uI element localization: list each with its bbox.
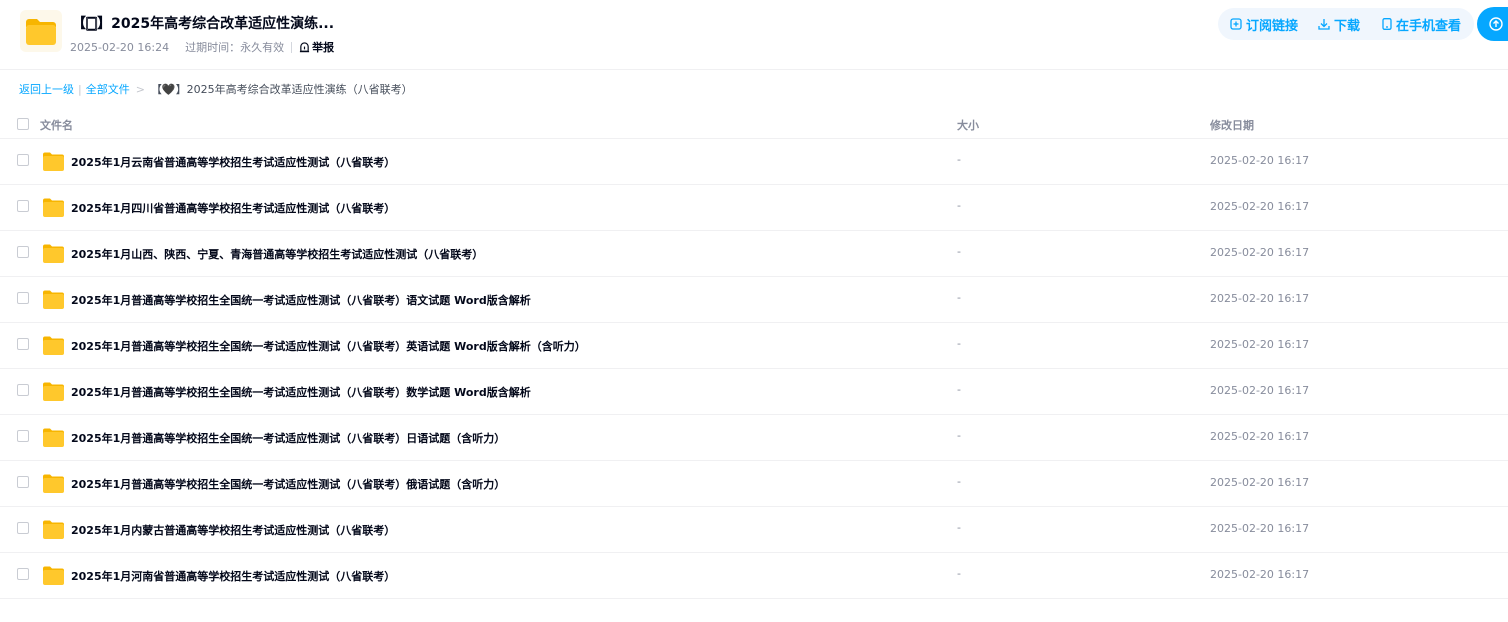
download-label: 下载: [1334, 18, 1361, 34]
current-folder: 【🖤】2025年高考综合改革适应性演练（八省联考）: [150, 83, 413, 96]
subscribe-label: 订阅链接: [1246, 18, 1299, 34]
table-header: 文件名 大小 修改日期: [0, 108, 1508, 139]
row-checkbox[interactable]: [17, 568, 29, 580]
folder-icon: [43, 152, 64, 171]
row-checkbox[interactable]: [17, 292, 29, 304]
file-name[interactable]: 2025年1月河南省普通高等学校招生考试适应性测试（八省联考）: [71, 568, 395, 584]
table-row[interactable]: 2025年1月普通高等学校招生全国统一考试适应性测试（八省联考）俄语试题（含听力…: [0, 461, 1508, 507]
download-button[interactable]: 下载: [1318, 15, 1360, 34]
table-row[interactable]: 2025年1月普通高等学校招生全国统一考试适应性测试（八省联考）日语试题（含听力…: [0, 415, 1508, 461]
file-name[interactable]: 2025年1月普通高等学校招生全国统一考试适应性测试（八省联考）数学试题 Wor…: [71, 384, 531, 400]
file-date: 2025-02-20 16:17: [1210, 246, 1310, 259]
folder-icon: [43, 290, 64, 309]
file-date: 2025-02-20 16:17: [1210, 430, 1310, 443]
report-link[interactable]: 举报: [299, 39, 334, 55]
file-size: -: [957, 383, 961, 396]
share-date: 2025-02-20 16:24: [70, 40, 170, 54]
table-row[interactable]: 2025年1月普通高等学校招生全国统一考试适应性测试（八省联考）语文试题 Wor…: [0, 277, 1508, 323]
report-icon: [300, 41, 310, 52]
folder-icon: [43, 520, 64, 539]
save-to-cloud-button[interactable]: [1477, 7, 1508, 41]
column-name[interactable]: 文件名: [40, 117, 73, 133]
subscribe-icon: [1230, 18, 1242, 30]
file-size: -: [957, 291, 961, 304]
folder-icon: [43, 474, 64, 493]
file-table: 文件名 大小 修改日期 2025年1月云南省普通高等学校招生考试适应性测试（八省…: [0, 108, 1508, 599]
select-all-checkbox[interactable]: [17, 118, 29, 130]
row-checkbox[interactable]: [17, 338, 29, 350]
file-name[interactable]: 2025年1月普通高等学校招生全国统一考试适应性测试（八省联考）日语试题（含听力…: [71, 430, 505, 446]
file-size: -: [957, 337, 961, 350]
table-row[interactable]: 2025年1月普通高等学校招生全国统一考试适应性测试（八省联考）英语试题 Wor…: [0, 323, 1508, 369]
folder-icon: [43, 382, 64, 401]
table-row[interactable]: 2025年1月山西、陕西、宁夏、青海普通高等学校招生考试适应性测试（八省联考） …: [0, 231, 1508, 277]
share-title: 【🀆】2025年高考综合改革适应性演练...: [72, 16, 335, 32]
file-size: -: [957, 245, 961, 258]
file-size: -: [957, 521, 961, 534]
file-name[interactable]: 2025年1月云南省普通高等学校招生考试适应性测试（八省联考）: [71, 154, 395, 170]
file-date: 2025-02-20 16:17: [1210, 154, 1310, 167]
file-date: 2025-02-20 16:17: [1210, 200, 1310, 213]
meta-divider: [291, 41, 293, 53]
share-meta: 2025-02-20 16:24 过期时间： 永久有效 举报: [70, 39, 334, 55]
folder-icon: [43, 336, 64, 355]
file-date: 2025-02-20 16:17: [1210, 338, 1310, 351]
column-date[interactable]: 修改日期: [1210, 117, 1254, 133]
row-checkbox[interactable]: [17, 476, 29, 488]
table-row[interactable]: 2025年1月云南省普通高等学校招生考试适应性测试（八省联考） - 2025-0…: [0, 139, 1508, 185]
table-row[interactable]: 2025年1月内蒙古普通高等学校招生考试适应性测试（八省联考） - 2025-0…: [0, 507, 1508, 553]
subscribe-link-button[interactable]: 订阅链接: [1230, 15, 1298, 34]
file-name[interactable]: 2025年1月山西、陕西、宁夏、青海普通高等学校招生考试适应性测试（八省联考）: [71, 246, 483, 262]
file-name[interactable]: 2025年1月内蒙古普通高等学校招生考试适应性测试（八省联考）: [71, 522, 395, 538]
row-checkbox[interactable]: [17, 246, 29, 258]
file-size: -: [957, 199, 961, 212]
breadcrumb-divider: |: [78, 82, 82, 96]
table-row[interactable]: 2025年1月四川省普通高等学校招生考试适应性测试（八省联考） - 2025-0…: [0, 185, 1508, 231]
file-date: 2025-02-20 16:17: [1210, 522, 1310, 535]
file-size: -: [957, 567, 961, 580]
share-header: 【🀆】2025年高考综合改革适应性演练... 2025-02-20 16:24 …: [0, 0, 1508, 70]
row-checkbox[interactable]: [17, 522, 29, 534]
file-size: -: [957, 475, 961, 488]
expire-value: 永久有效: [240, 41, 285, 54]
column-size[interactable]: 大小: [957, 117, 979, 133]
action-group: 订阅链接 下载 在手机查看: [1218, 8, 1474, 40]
file-name[interactable]: 2025年1月普通高等学校招生全国统一考试适应性测试（八省联考）语文试题 Wor…: [71, 292, 531, 308]
file-name[interactable]: 2025年1月四川省普通高等学校招生考试适应性测试（八省联考）: [71, 200, 395, 216]
folder-icon: [43, 198, 64, 217]
report-label: 举报: [312, 41, 335, 54]
table-body: 2025年1月云南省普通高等学校招生考试适应性测试（八省联考） - 2025-0…: [0, 139, 1508, 599]
back-link[interactable]: 返回上一级: [19, 81, 74, 97]
file-date: 2025-02-20 16:17: [1210, 384, 1310, 397]
folder-icon: [43, 428, 64, 447]
expire-label: 过期时间：: [185, 41, 241, 54]
row-checkbox[interactable]: [17, 430, 29, 442]
file-date: 2025-02-20 16:17: [1210, 476, 1310, 489]
table-row[interactable]: 2025年1月河南省普通高等学校招生考试适应性测试（八省联考） - 2025-0…: [0, 553, 1508, 599]
folder-icon: [43, 566, 64, 585]
breadcrumb: 返回上一级 | 全部文件 > 【🖤】2025年高考综合改革适应性演练（八省联考）: [19, 81, 413, 97]
folder-icon: [20, 10, 62, 52]
file-name[interactable]: 2025年1月普通高等学校招生全国统一考试适应性测试（八省联考）英语试题 Wor…: [71, 338, 586, 354]
mobile-label: 在手机查看: [1396, 18, 1462, 34]
file-date: 2025-02-20 16:17: [1210, 568, 1310, 581]
row-checkbox[interactable]: [17, 384, 29, 396]
all-files-link[interactable]: 全部文件: [86, 81, 130, 97]
row-checkbox[interactable]: [17, 200, 29, 212]
breadcrumb-arrow: >: [135, 82, 145, 96]
table-row[interactable]: 2025年1月普通高等学校招生全国统一考试适应性测试（八省联考）数学试题 Wor…: [0, 369, 1508, 415]
file-size: -: [957, 429, 961, 442]
folder-icon: [43, 244, 64, 263]
phone-icon: [1382, 18, 1392, 30]
download-icon: [1318, 19, 1330, 30]
file-size: -: [957, 153, 961, 166]
file-name[interactable]: 2025年1月普通高等学校招生全国统一考试适应性测试（八省联考）俄语试题（含听力…: [71, 476, 505, 492]
file-date: 2025-02-20 16:17: [1210, 292, 1310, 305]
cloud-upload-icon: [1489, 17, 1503, 31]
row-checkbox[interactable]: [17, 154, 29, 166]
view-on-mobile-button[interactable]: 在手机查看: [1382, 15, 1461, 34]
